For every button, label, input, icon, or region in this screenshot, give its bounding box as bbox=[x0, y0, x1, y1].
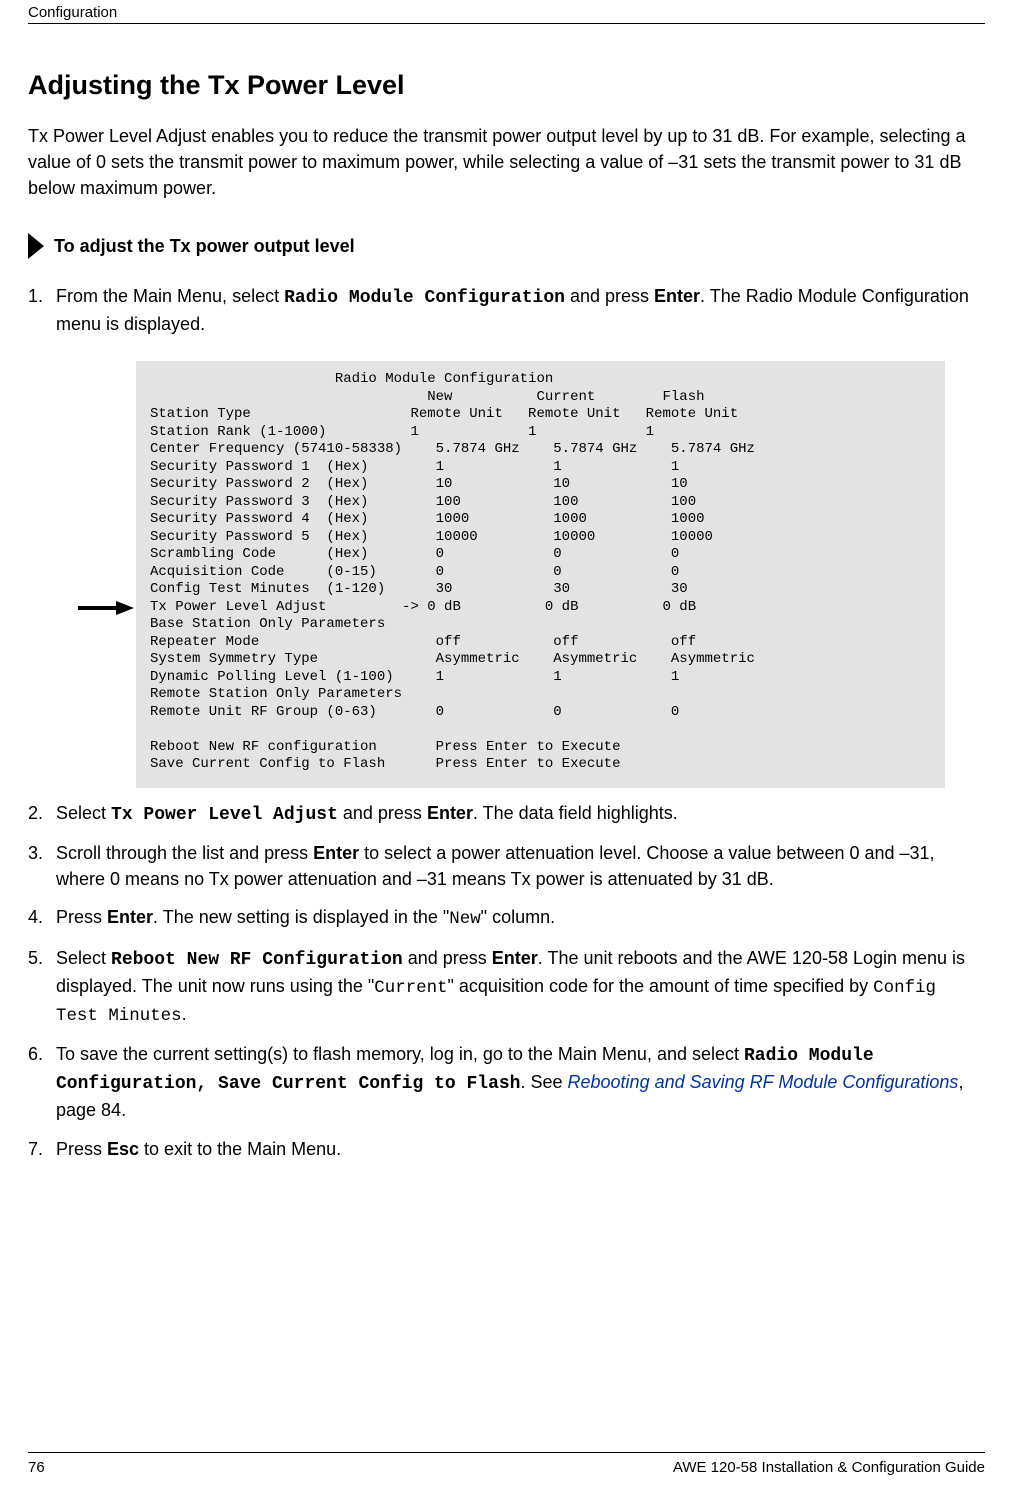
terminal-line: Reboot New RF configuration Press Enter … bbox=[150, 739, 931, 757]
step-2-text-e: . The data field highlights. bbox=[473, 803, 678, 823]
terminal-line: Radio Module Configuration bbox=[150, 371, 931, 389]
terminal-line: Save Current Config to Flash Press Enter… bbox=[150, 756, 931, 774]
page-footer: 76 AWE 120-58 Installation & Configurati… bbox=[28, 1452, 985, 1476]
step-3-text-a: Scroll through the list and press bbox=[56, 843, 313, 863]
step-6: To save the current setting(s) to flash … bbox=[28, 1041, 985, 1123]
step-1: From the Main Menu, select Radio Module … bbox=[28, 283, 985, 788]
terminal-panel: Radio Module Configuration New Current F… bbox=[136, 361, 945, 788]
step-6-text-c: . See bbox=[520, 1072, 567, 1092]
step-2: Select Tx Power Level Adjust and press E… bbox=[28, 800, 985, 828]
step-4-key-1: Enter bbox=[107, 907, 153, 927]
step-1-text-a: From the Main Menu, select bbox=[56, 286, 284, 306]
terminal-line: Repeater Mode off off off bbox=[150, 634, 931, 652]
terminal-line: Scrambling Code (Hex) 0 0 0 bbox=[150, 546, 931, 564]
procedure-heading: To adjust the Tx power output level bbox=[28, 233, 985, 259]
terminal-line: Station Type Remote Unit Remote Unit Rem… bbox=[150, 406, 931, 424]
terminal-line: Security Password 2 (Hex) 10 10 10 bbox=[150, 476, 931, 494]
terminal-line: Acquisition Code (0-15) 0 0 0 bbox=[150, 564, 931, 582]
step-3: Scroll through the list and press Enter … bbox=[28, 840, 985, 892]
terminal-line: Station Rank (1-1000) 1 1 1 bbox=[150, 424, 931, 442]
terminal-line: System Symmetry Type Asymmetric Asymmetr… bbox=[150, 651, 931, 669]
doc-title: AWE 120-58 Installation & Configuration … bbox=[673, 1459, 985, 1476]
step-5-code-2: Current bbox=[374, 978, 447, 998]
step-6-link: Rebooting and Saving RF Module Configura… bbox=[568, 1072, 959, 1092]
step-5-text-g: " acquisition code for the amount of tim… bbox=[448, 976, 874, 996]
terminal-panel-wrap: Radio Module Configuration New Current F… bbox=[136, 361, 945, 788]
step-5: Select Reboot New RF Configuration and p… bbox=[28, 945, 985, 1030]
procedure-heading-text: To adjust the Tx power output level bbox=[54, 236, 355, 257]
header-rule bbox=[28, 23, 985, 24]
terminal-line bbox=[150, 721, 931, 739]
step-5-text-c: and press bbox=[403, 948, 492, 968]
terminal-line: Remote Unit RF Group (0-63) 0 0 0 bbox=[150, 704, 931, 722]
terminal-line: Base Station Only Parameters bbox=[150, 616, 931, 634]
step-1-text-c: and press bbox=[565, 286, 654, 306]
section-header: Configuration bbox=[28, 0, 985, 21]
terminal-line: New Current Flash bbox=[150, 389, 931, 407]
terminal-line: Center Frequency (57410-58338) 5.7874 GH… bbox=[150, 441, 931, 459]
step-7-key-1: Esc bbox=[107, 1139, 139, 1159]
page-title: Adjusting the Tx Power Level bbox=[28, 70, 985, 101]
terminal-line: Security Password 1 (Hex) 1 1 1 bbox=[150, 459, 931, 477]
step-7-text-a: Press bbox=[56, 1139, 107, 1159]
step-5-key-1: Enter bbox=[492, 948, 538, 968]
step-4-text-a: Press bbox=[56, 907, 107, 927]
terminal-line: Security Password 5 (Hex) 10000 10000 10… bbox=[150, 529, 931, 547]
step-2-key-1: Enter bbox=[427, 803, 473, 823]
step-7: Press Esc to exit to the Main Menu. bbox=[28, 1136, 985, 1162]
step-4-text-c: . The new setting is displayed in the " bbox=[153, 907, 449, 927]
step-2-code-1: Tx Power Level Adjust bbox=[111, 805, 338, 825]
pointer-right-arrow-icon bbox=[78, 601, 134, 615]
step-3-key-1: Enter bbox=[313, 843, 359, 863]
step-6-text-a: To save the current setting(s) to flash … bbox=[56, 1044, 744, 1064]
terminal-line: Security Password 4 (Hex) 1000 1000 1000 bbox=[150, 511, 931, 529]
terminal-line: Tx Power Level Adjust -> 0 dB 0 dB 0 dB bbox=[150, 599, 931, 617]
terminal-line: Dynamic Polling Level (1-100) 1 1 1 bbox=[150, 669, 931, 687]
intro-paragraph: Tx Power Level Adjust enables you to red… bbox=[28, 123, 985, 201]
step-2-text-c: and press bbox=[338, 803, 427, 823]
step-4-code-1: New bbox=[449, 909, 480, 929]
pointer-right-icon bbox=[28, 233, 44, 259]
step-7-text-c: to exit to the Main Menu. bbox=[139, 1139, 341, 1159]
step-1-code-1: Radio Module Configuration bbox=[284, 288, 565, 308]
step-4: Press Enter. The new setting is displaye… bbox=[28, 904, 985, 932]
step-1-key-1: Enter bbox=[654, 286, 700, 306]
terminal-line: Config Test Minutes (1-120) 30 30 30 bbox=[150, 581, 931, 599]
step-5-text-i: . bbox=[182, 1004, 187, 1024]
step-4-text-e: " column. bbox=[481, 907, 555, 927]
step-2-text-a: Select bbox=[56, 803, 111, 823]
terminal-line: Security Password 3 (Hex) 100 100 100 bbox=[150, 494, 931, 512]
step-5-code-1: Reboot New RF Configuration bbox=[111, 950, 403, 970]
page-number: 76 bbox=[28, 1459, 45, 1476]
step-5-text-a: Select bbox=[56, 948, 111, 968]
terminal-line: Remote Station Only Parameters bbox=[150, 686, 931, 704]
